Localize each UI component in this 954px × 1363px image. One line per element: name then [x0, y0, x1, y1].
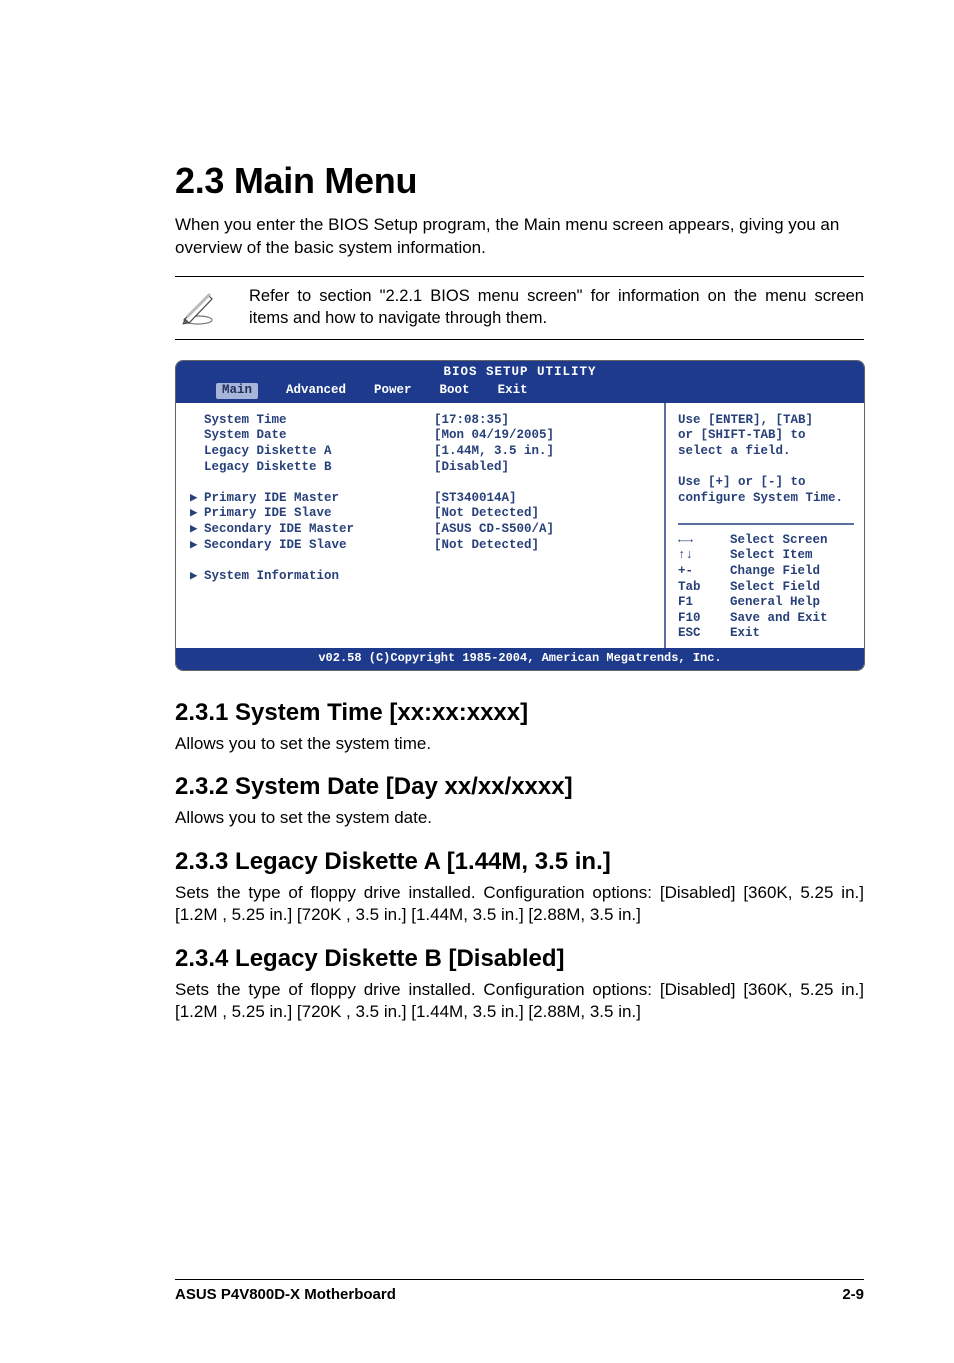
bios-item-value: [Disabled] [434, 460, 509, 476]
bios-item[interactable]: ▶Secondary IDE Slave[Not Detected] [190, 538, 652, 554]
nav-row: ↑↓ Select Item [678, 548, 854, 564]
bios-item-label: System Information [204, 569, 434, 585]
submenu-arrow-icon: ▶ [190, 569, 204, 585]
bios-tab-bar: Main Advanced Power Boot Exit [186, 383, 854, 399]
arrow-placeholder [190, 460, 204, 476]
help-line [678, 460, 854, 476]
nav-action: Select Field [730, 580, 820, 596]
bios-item-value: [Mon 04/19/2005] [434, 428, 554, 444]
nav-row: ESC Exit [678, 626, 854, 642]
bios-items-panel: System Time[17:08:35] System Date[Mon 04… [176, 403, 664, 648]
help-line: Use [ENTER], [TAB] [678, 413, 854, 429]
section-body: Sets the type of floppy drive installed.… [175, 979, 864, 1024]
nav-key: +- [678, 564, 720, 580]
bios-screenshot: BIOS SETUP UTILITY Main Advanced Power B… [175, 360, 865, 671]
nav-row: Tab Select Field [678, 580, 854, 596]
bios-item[interactable]: ▶Primary IDE Slave[Not Detected] [190, 506, 652, 522]
bios-item-spacer [190, 475, 652, 491]
nav-action: Save and Exit [730, 611, 828, 627]
bios-footer: v02.58 (C)Copyright 1985-2004, American … [176, 648, 864, 670]
bios-item[interactable]: ▶System Information [190, 569, 652, 585]
bios-tab-power[interactable]: Power [374, 383, 412, 399]
bios-body: System Time[17:08:35] System Date[Mon 04… [176, 403, 864, 648]
submenu-arrow-icon: ▶ [190, 506, 204, 522]
bios-item[interactable]: Legacy Diskette A[1.44M, 3.5 in.] [190, 444, 652, 460]
section-heading: 2.3.2 System Date [Day xx/xx/xxxx] [175, 773, 864, 801]
page-footer: ASUS P4V800D-X Motherboard 2-9 [175, 1279, 864, 1303]
bios-item-label: Legacy Diskette A [204, 444, 434, 460]
arrow-placeholder [190, 428, 204, 444]
nav-action: Change Field [730, 564, 820, 580]
footer-product: ASUS P4V800D-X Motherboard [175, 1286, 396, 1303]
bios-item-value: [1.44M, 3.5 in.] [434, 444, 554, 460]
bios-title: BIOS SETUP UTILITY [186, 365, 854, 381]
bios-item-label: Legacy Diskette B [204, 460, 434, 476]
bios-item[interactable]: ▶Primary IDE Master[ST340014A] [190, 491, 652, 507]
bios-item-label: System Date [204, 428, 434, 444]
arrow-placeholder [190, 413, 204, 429]
page: 2.3 Main Menu When you enter the BIOS Se… [0, 0, 954, 1363]
nav-action: Select Item [730, 548, 813, 564]
section-heading: 2.3.1 System Time [xx:xx:xxxx] [175, 699, 864, 727]
nav-row: F1 General Help [678, 595, 854, 611]
bios-item[interactable]: Legacy Diskette B[Disabled] [190, 460, 652, 476]
bios-item-value: [17:08:35] [434, 413, 509, 429]
bios-item-value: [Not Detected] [434, 538, 539, 554]
submenu-arrow-icon: ▶ [190, 491, 204, 507]
section-body: Allows you to set the system time. [175, 733, 864, 755]
bios-context-help: Use [ENTER], [TAB] or [SHIFT-TAB] to sel… [678, 413, 854, 523]
nav-key: ←→ [678, 533, 720, 549]
bios-item-label: System Time [204, 413, 434, 429]
nav-key: ESC [678, 626, 720, 642]
section-body: Allows you to set the system date. [175, 807, 864, 829]
bios-item-label: Primary IDE Master [204, 491, 434, 507]
nav-key: ↑↓ [678, 548, 720, 564]
bios-tab-main[interactable]: Main [216, 383, 258, 399]
bios-item-label: Secondary IDE Master [204, 522, 434, 538]
bios-tab-exit[interactable]: Exit [498, 383, 528, 399]
nav-action: Exit [730, 626, 760, 642]
bios-header: BIOS SETUP UTILITY Main Advanced Power B… [176, 361, 864, 402]
bios-item-value: [ASUS CD-S500/A] [434, 522, 554, 538]
note-text: Refer to section "2.2.1 BIOS menu screen… [249, 285, 864, 330]
bios-item-label: Secondary IDE Slave [204, 538, 434, 554]
bios-item-spacer [190, 553, 652, 569]
pencil-icon [175, 285, 221, 325]
help-line: or [SHIFT-TAB] to [678, 428, 854, 444]
nav-key: Tab [678, 580, 720, 596]
bios-tab-boot[interactable]: Boot [440, 383, 470, 399]
nav-row: +- Change Field [678, 564, 854, 580]
intro-paragraph: When you enter the BIOS Setup program, t… [175, 214, 864, 260]
nav-row: ←→ Select Screen [678, 533, 854, 549]
help-line: Use [+] or [-] to [678, 475, 854, 491]
help-line: select a field. [678, 444, 854, 460]
heading-main: 2.3 Main Menu [175, 160, 864, 202]
submenu-arrow-icon: ▶ [190, 522, 204, 538]
bios-item[interactable]: System Date[Mon 04/19/2005] [190, 428, 652, 444]
note-block: Refer to section "2.2.1 BIOS menu screen… [175, 276, 864, 341]
bios-nav-help: ←→ Select Screen ↑↓ Select Item +- Change F… [678, 523, 854, 642]
arrow-placeholder [190, 444, 204, 460]
nav-action: General Help [730, 595, 820, 611]
section-heading: 2.3.4 Legacy Diskette B [Disabled] [175, 945, 864, 973]
nav-action: Select Screen [730, 533, 828, 549]
nav-row: F10 Save and Exit [678, 611, 854, 627]
bios-item-label: Primary IDE Slave [204, 506, 434, 522]
bios-item[interactable]: System Time[17:08:35] [190, 413, 652, 429]
bios-tab-advanced[interactable]: Advanced [286, 383, 346, 399]
footer-page-number: 2-9 [842, 1286, 864, 1303]
bios-item[interactable]: ▶Secondary IDE Master[ASUS CD-S500/A] [190, 522, 652, 538]
bios-help-panel: Use [ENTER], [TAB] or [SHIFT-TAB] to sel… [664, 403, 864, 648]
nav-key: F10 [678, 611, 720, 627]
nav-key: F1 [678, 595, 720, 611]
help-line: configure System Time. [678, 491, 854, 507]
bios-item-value: [ST340014A] [434, 491, 517, 507]
bios-item-value: [Not Detected] [434, 506, 539, 522]
section-heading: 2.3.3 Legacy Diskette A [1.44M, 3.5 in.] [175, 848, 864, 876]
submenu-arrow-icon: ▶ [190, 538, 204, 554]
section-body: Sets the type of floppy drive installed.… [175, 882, 864, 927]
